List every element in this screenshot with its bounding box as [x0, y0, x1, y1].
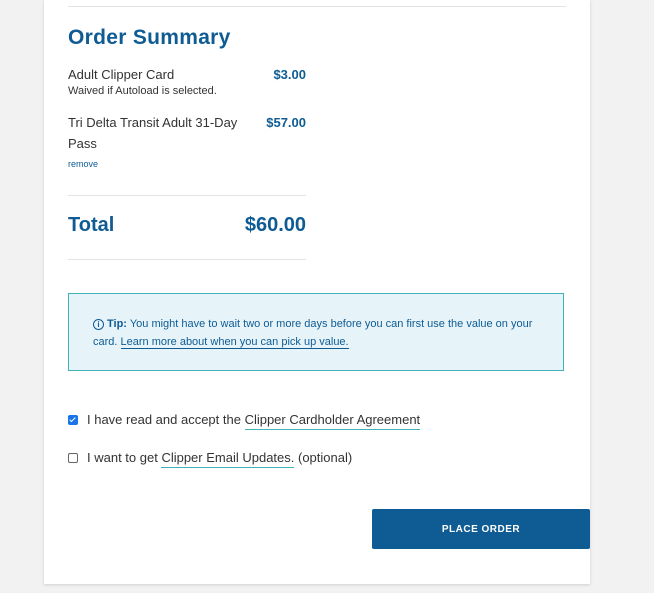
tip-label: Tip: [107, 318, 127, 330]
divider [68, 6, 566, 7]
item-price: $3.00 [273, 67, 306, 82]
email-updates-link[interactable]: Clipper Email Updates. [161, 450, 295, 468]
cardholder-agreement-checkbox[interactable] [68, 415, 78, 425]
email-updates-label: I want to get Clipper Email Updates. (op… [87, 449, 353, 468]
item-name: Adult Clipper Card [68, 67, 175, 82]
item-price: $57.00 [266, 115, 306, 130]
email-updates-checkbox[interactable] [68, 453, 78, 463]
cardholder-agreement-link[interactable]: Clipper Cardholder Agreement [244, 412, 421, 430]
remove-item-link[interactable]: remove [68, 159, 98, 169]
tip-box: i Tip: You might have to wait two or more… [68, 293, 564, 371]
email-prefix: I want to get [87, 450, 162, 465]
item-note: Waived if Autoload is selected. [68, 85, 217, 97]
cardholder-agreement-label: I have read and accept the Clipper Cardh… [87, 411, 421, 430]
checkout-card: Order Summary Adult Clipper Card $3.00 W… [44, 0, 590, 584]
order-summary-title: Order Summary [68, 26, 231, 49]
item-name: Tri Delta Transit Adult 31-Day Pass [68, 115, 238, 151]
info-circle-icon: i [93, 319, 104, 330]
place-order-button[interactable]: PLACE ORDER [372, 509, 590, 549]
total-value: $60.00 [244, 214, 306, 236]
divider [68, 195, 306, 196]
divider [68, 259, 306, 260]
pick-up-value-link[interactable]: Learn more about when you can pick up va… [120, 336, 349, 349]
agreement-prefix: I have read and accept the [87, 412, 245, 427]
email-suffix: (optional) [294, 450, 353, 465]
